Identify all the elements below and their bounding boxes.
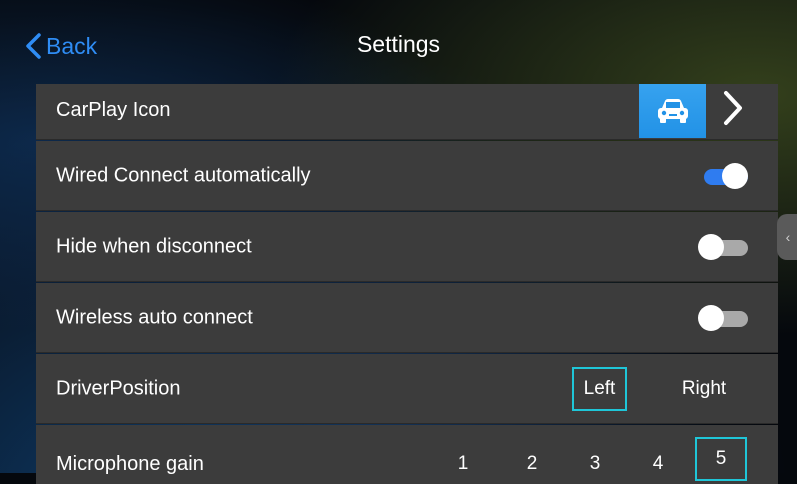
driver-position-right-option[interactable]: Right	[671, 367, 737, 411]
chevron-left-icon: ‹	[785, 229, 791, 245]
wireless-auto-connect-toggle[interactable]	[698, 304, 748, 331]
mic-gain-option-4[interactable]: 4	[643, 453, 673, 475]
driver-position-left-option[interactable]: Left	[572, 366, 627, 411]
mic-gain-option-1[interactable]: 1	[448, 453, 478, 475]
row-carplay-icon[interactable]: CarPlay Icon	[36, 84, 778, 140]
mic-gain-option-5[interactable]: 5	[695, 437, 747, 481]
row-label: Hide when disconnect	[56, 235, 252, 257]
row-wireless-auto-connect[interactable]: Wireless auto connect	[36, 283, 778, 353]
row-label: DriverPosition	[56, 377, 181, 399]
row-label: CarPlay Icon	[56, 99, 171, 121]
car-icon[interactable]	[639, 84, 706, 138]
row-hide-when-disconnect[interactable]: Hide when disconnect	[36, 212, 778, 282]
page-title: Settings	[356, 31, 441, 57]
row-driver-position[interactable]: DriverPosition Left Right	[36, 354, 778, 424]
row-microphone-gain[interactable]: Microphone gain 1 2 3 4 5	[36, 425, 778, 484]
wired-connect-toggle[interactable]	[698, 162, 748, 189]
row-label: Wireless auto connect	[56, 306, 253, 328]
header: Back Settings	[0, 0, 797, 90]
settings-list[interactable]: CarPlay Icon Wired Connect automatically	[36, 84, 778, 484]
row-label: Wired Connect automatically	[56, 164, 311, 186]
hide-when-disconnect-toggle[interactable]	[698, 233, 748, 260]
row-wired-connect[interactable]: Wired Connect automatically	[36, 141, 778, 211]
mic-gain-option-2[interactable]: 2	[517, 453, 547, 475]
chevron-right-icon[interactable]	[722, 90, 744, 126]
side-panel-handle[interactable]: ‹	[777, 214, 797, 260]
mic-gain-option-3[interactable]: 3	[580, 453, 610, 475]
